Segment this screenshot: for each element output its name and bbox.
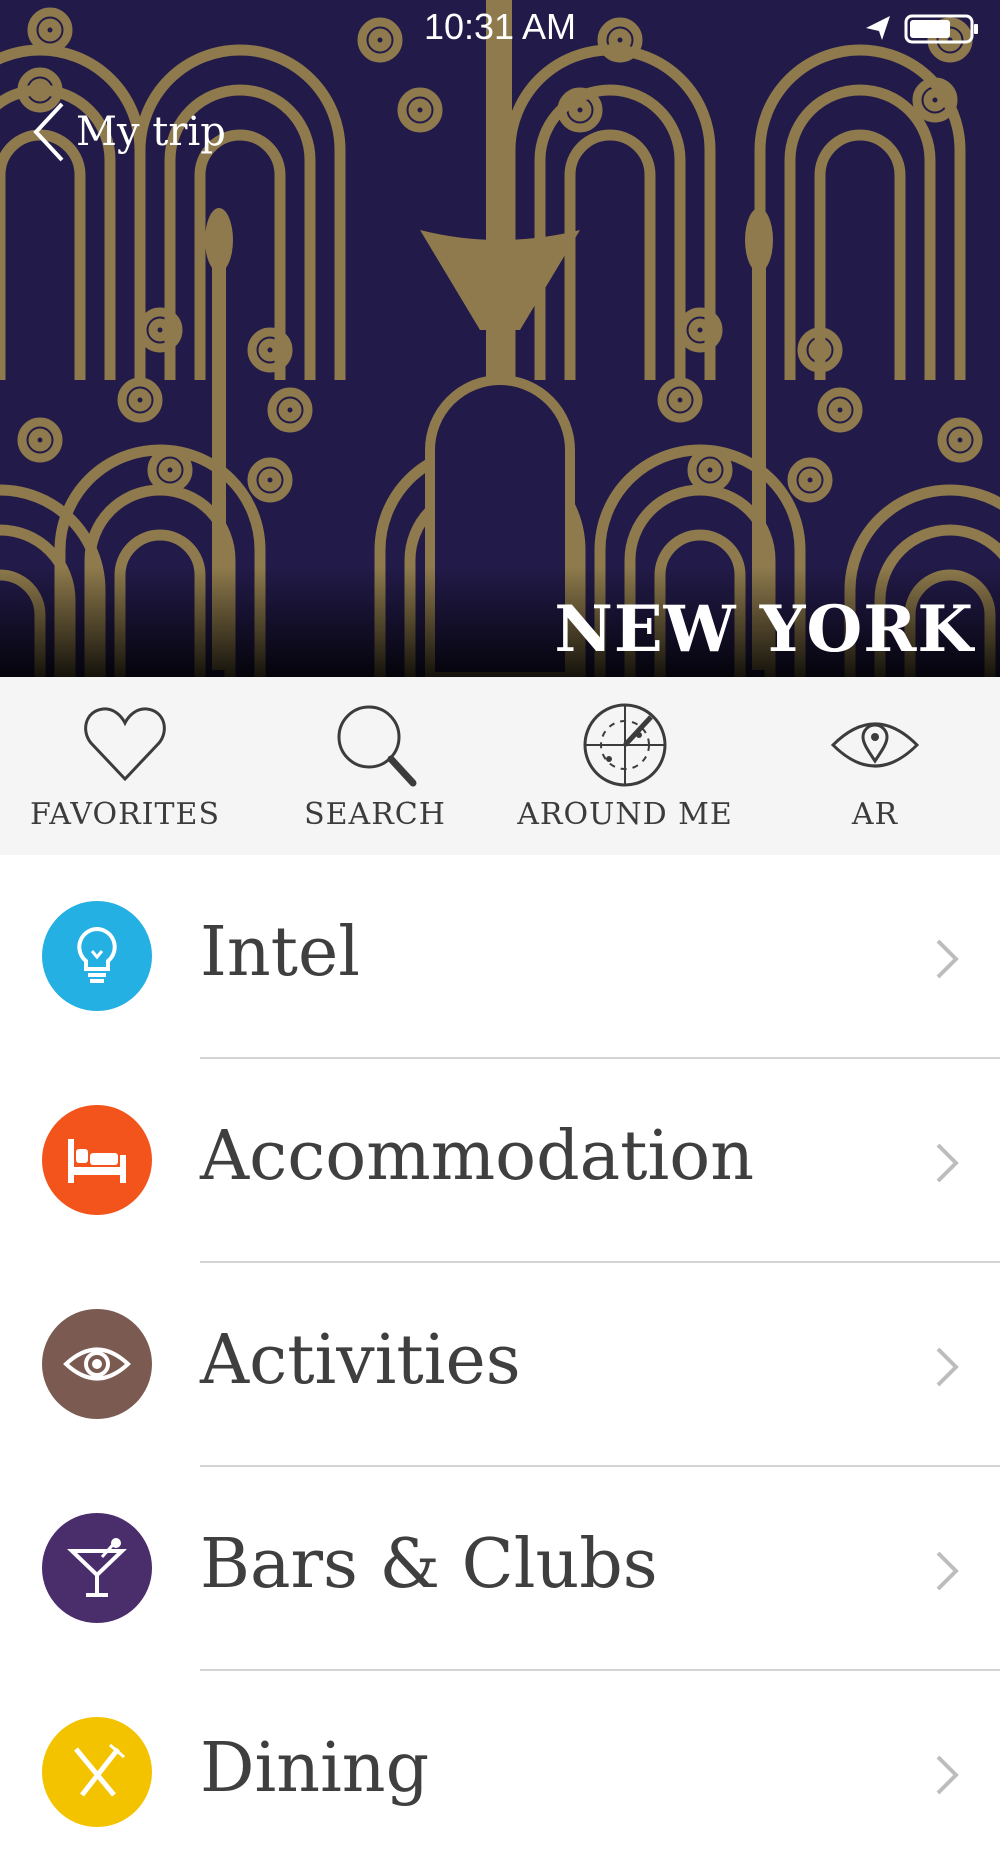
category-label: Activities (200, 1321, 521, 1400)
back-button[interactable]: My trip (32, 100, 226, 164)
chevron-right-icon (936, 1347, 959, 1387)
back-label: My trip (76, 109, 226, 155)
fork-knife-icon (74, 1743, 125, 1797)
dining-badge (42, 1717, 152, 1827)
eye-pin-icon (830, 722, 920, 768)
status-time: 10:31 AM (423, 6, 577, 47)
bars-clubs-badge (42, 1513, 152, 1623)
category-row-accommodation[interactable]: Accommodation (0, 1059, 1000, 1263)
chevron-right-icon (936, 1551, 959, 1591)
ar-button[interactable]: AR (750, 677, 1000, 855)
search-icon (337, 705, 417, 787)
ar-label: AR (851, 797, 899, 832)
search-label: SEARCH (304, 797, 446, 832)
activities-badge (42, 1309, 152, 1419)
status-icons (866, 14, 978, 44)
chevron-right-icon (936, 1143, 959, 1183)
category-row-activities[interactable]: Activities (0, 1263, 1000, 1467)
around-me-button[interactable]: AROUND ME (500, 677, 750, 855)
search-button[interactable]: SEARCH (250, 677, 500, 855)
category-row-dining[interactable]: Dining (0, 1671, 1000, 1875)
around-me-label: AROUND ME (517, 797, 733, 832)
favorites-button[interactable]: FAVORITES (0, 677, 250, 855)
favorites-label: FAVORITES (29, 797, 220, 832)
chevron-right-icon (936, 1755, 959, 1795)
intel-badge (42, 901, 152, 1011)
quick-actions-bar: FAVORITES SEARCH AROUND ME AR (0, 677, 1000, 855)
category-label: Dining (200, 1729, 430, 1808)
chevron-left-icon (33, 102, 64, 162)
lightbulb-icon (77, 926, 117, 983)
category-label: Intel (200, 913, 360, 992)
bed-icon (68, 1139, 126, 1183)
category-row-intel[interactable]: Intel (0, 855, 1000, 1059)
heart-icon (84, 707, 166, 782)
accommodation-badge (42, 1105, 152, 1215)
eye-icon (63, 1347, 131, 1381)
category-label: Accommodation (200, 1117, 754, 1196)
location-arrow-icon (866, 16, 890, 40)
martini-icon (67, 1538, 127, 1597)
category-row-bars-clubs[interactable]: Bars & Clubs (0, 1467, 1000, 1671)
chevron-right-icon (936, 939, 959, 979)
category-label: Bars & Clubs (200, 1525, 658, 1604)
city-title: NEW YORK (554, 592, 974, 667)
hero-banner: 10:31 AM My trip NEW YORK (0, 0, 1000, 677)
category-list: Intel Accommodation Activities Bars & Cl… (0, 855, 1000, 1875)
radar-icon (583, 703, 667, 787)
